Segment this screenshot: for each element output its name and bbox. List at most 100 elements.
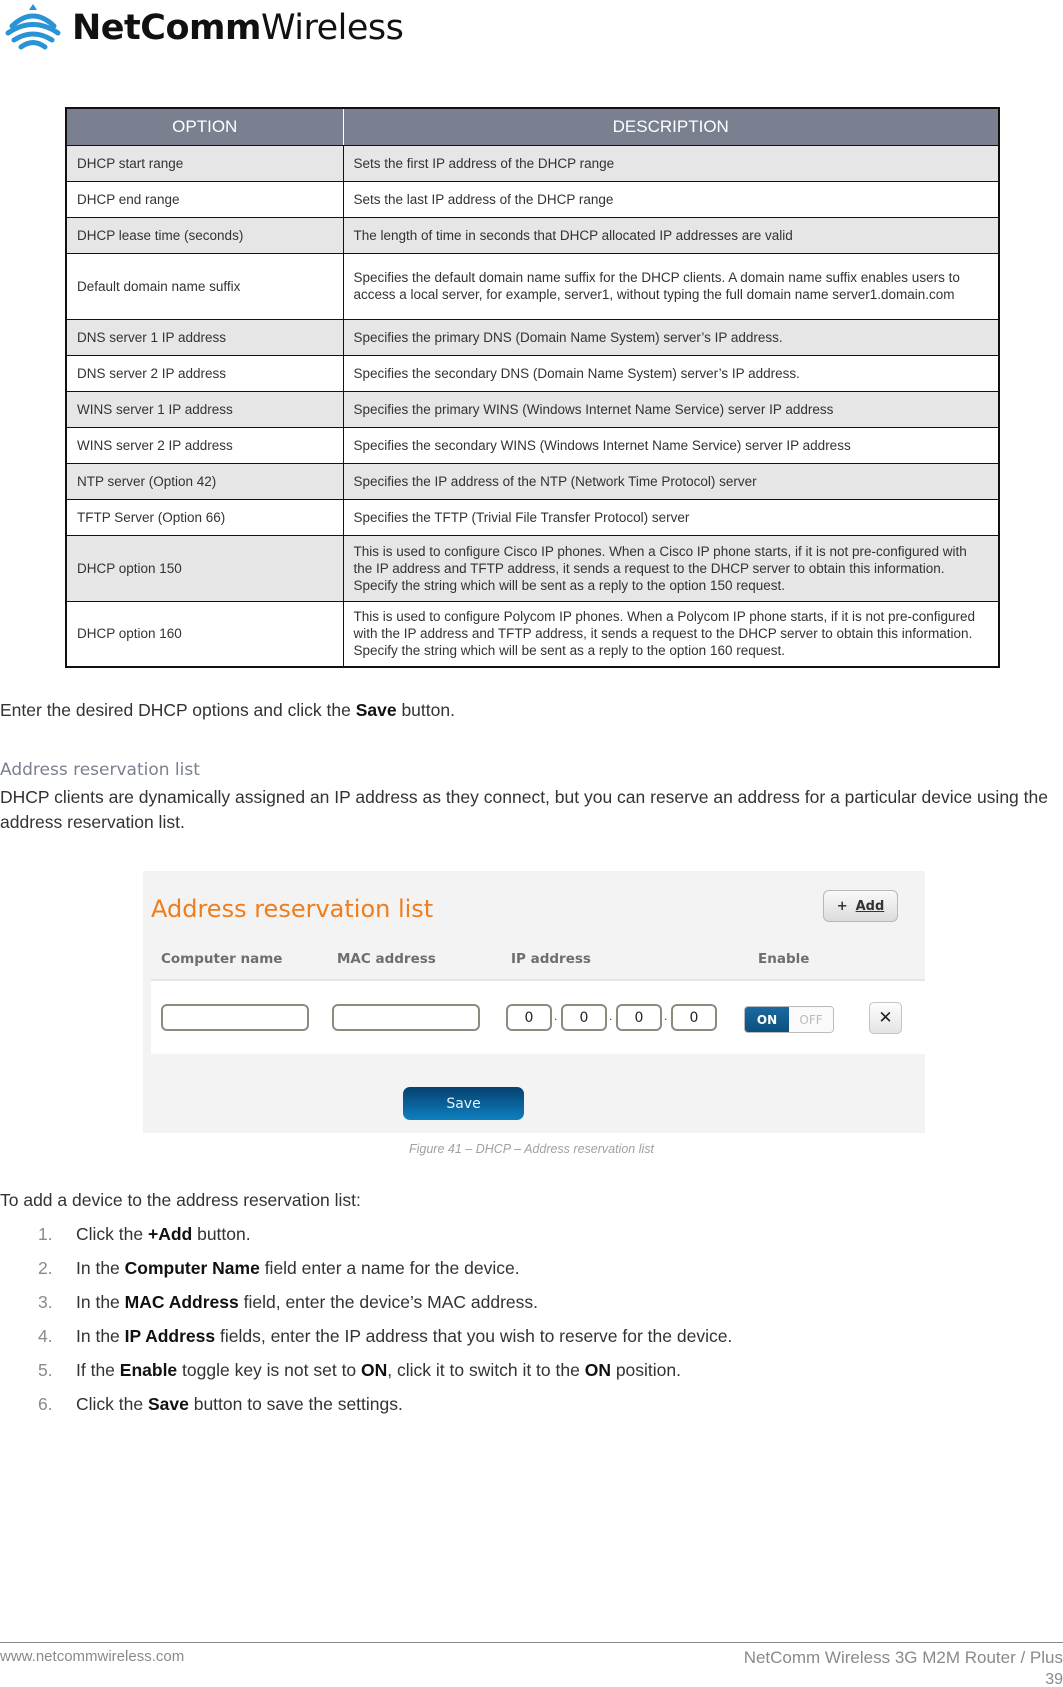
step-number: 2.: [38, 1258, 53, 1278]
column-mac-address: MAC address: [337, 951, 436, 967]
toggle-on-label: ON: [745, 1007, 789, 1032]
table-row: DHCP start range Sets the first IP addres…: [65, 144, 1000, 182]
table-row: DNS server 1 IP address Specifies the pri…: [65, 318, 1000, 356]
description-cell: The length of time in seconds that DHCP …: [342, 216, 1000, 254]
netcomm-logo: NetCommWireless: [4, 0, 404, 56]
list-item: 4. In the IP Address fields, enter the IP…: [0, 1324, 1060, 1358]
step-content: In the MAC Address field, enter the devi…: [76, 1290, 538, 1314]
instruction-text-end: button.: [396, 700, 455, 720]
footer-product: NetComm Wireless 3G M2M Router / Plus: [743, 1648, 1063, 1667]
step-text: In the: [76, 1258, 125, 1278]
description-cell: Specifies the primary DNS (Domain Name S…: [342, 318, 1000, 356]
step-number: 6.: [38, 1394, 53, 1414]
instruction-text: Enter the desired DHCP options and click…: [0, 700, 356, 720]
reservation-row: . . . ON OFF ✕: [151, 979, 925, 1054]
step-content: In the IP Address fields, enter the IP a…: [76, 1324, 732, 1348]
step-content: Click the +Add button.: [76, 1222, 251, 1246]
description-cell: Sets the first IP address of the DHCP ra…: [342, 144, 1000, 182]
logo-light-text: Wireless: [260, 8, 404, 48]
steps-list: 1. Click the +Add button. 2. In the Compute…: [0, 1222, 1060, 1426]
step-number: 4.: [38, 1326, 53, 1346]
column-ip-address: IP address: [511, 951, 591, 967]
step-bold: IP Address: [124, 1326, 216, 1346]
description-cell: Specifies the secondary DNS (Domain Name…: [342, 354, 1000, 392]
table-row: NTP server (Option 42) Specifies the IP a…: [65, 462, 1000, 500]
option-cell: WINS server 2 IP address: [65, 426, 344, 464]
option-cell: Default domain name suffix: [65, 252, 344, 320]
step-text: In the: [76, 1326, 125, 1346]
address-reservation-panel: Address reservation list + Add Computer …: [143, 871, 925, 1133]
step-content: If the Enable toggle key is not set to O…: [76, 1358, 681, 1382]
computer-name-input[interactable]: [161, 1004, 309, 1031]
option-cell: DNS server 2 IP address: [65, 354, 344, 392]
logo-wordmark: NetCommWireless: [72, 0, 404, 56]
table-row: DHCP end range Sets the last IP address o…: [65, 180, 1000, 218]
description-cell: This is used to configure Cisco IP phone…: [342, 534, 1000, 602]
step-bold: Enable: [119, 1360, 178, 1380]
option-cell: DHCP lease time (seconds): [65, 216, 344, 254]
table-row: Default domain name suffix Specifies the …: [65, 252, 1000, 320]
description-cell: Specifies the primary WINS (Windows Inte…: [342, 390, 1000, 428]
step-text: fields, enter the IP address that you wi…: [215, 1326, 733, 1346]
table-header-row: OPTION DESCRIPTION: [65, 107, 1000, 146]
description-cell: This is used to configure Polycom IP pho…: [342, 600, 1000, 668]
table-row: DHCP lease time (seconds) The length of t…: [65, 216, 1000, 254]
option-cell: WINS server 1 IP address: [65, 390, 344, 428]
mac-address-input[interactable]: [332, 1004, 480, 1031]
table-row: WINS server 1 IP address Specifies the pr…: [65, 390, 1000, 428]
toggle-off-label: OFF: [789, 1007, 833, 1032]
ip-octet-4-input[interactable]: [671, 1004, 717, 1031]
list-item: 5. If the Enable toggle key is not set to…: [0, 1358, 1060, 1392]
description-cell: Specifies the default domain name suffix…: [342, 252, 1000, 320]
option-cell: DNS server 1 IP address: [65, 318, 344, 356]
option-cell: DHCP end range: [65, 180, 344, 218]
step-text: Click the: [76, 1394, 148, 1414]
step-text: field, enter the device’s MAC address.: [238, 1292, 539, 1312]
logo-bold-text: NetComm: [72, 8, 261, 48]
page-number: 39: [1045, 1671, 1063, 1687]
panel-title: Address reservation list: [151, 895, 434, 923]
enable-toggle[interactable]: ON OFF: [744, 1006, 834, 1033]
ip-separator: .: [609, 1009, 613, 1023]
step-bold: ON: [361, 1360, 388, 1380]
figure-caption: Figure 41 – DHCP – Address reservation l…: [408, 1142, 654, 1156]
step-number: 5.: [38, 1360, 53, 1380]
step-bold: Computer Name: [124, 1258, 260, 1278]
option-cell: DHCP option 150: [65, 534, 344, 602]
option-cell: DHCP option 160: [65, 600, 344, 668]
section-heading: Address reservation list: [0, 760, 200, 780]
step-number: 3.: [38, 1292, 53, 1312]
step-content: In the Computer Name field enter a name …: [76, 1256, 520, 1280]
table-row: DNS server 2 IP address Specifies the sec…: [65, 354, 1000, 392]
wifi-signal-icon: [5, 4, 61, 50]
column-computer-name: Computer name: [161, 951, 283, 967]
add-button[interactable]: + Add: [823, 890, 898, 922]
column-enable: Enable: [758, 951, 810, 967]
list-item: 3. In the MAC Address field, enter the de…: [0, 1290, 1060, 1324]
ip-octet-2-input[interactable]: [561, 1004, 607, 1031]
ip-octet-3-input[interactable]: [616, 1004, 662, 1031]
table-body: DHCP start range Sets the first IP addres…: [65, 144, 1000, 668]
step-bold: ON: [584, 1360, 611, 1380]
description-cell: Specifies the IP address of the NTP (Net…: [342, 462, 1000, 500]
section-intro: DHCP clients are dynamically assigned an…: [0, 787, 1048, 832]
description-cell: Specifies the TFTP (Trivial File Transfe…: [342, 498, 1000, 536]
description-cell: Sets the last IP address of the DHCP ran…: [342, 180, 1000, 218]
plus-icon: +: [836, 898, 848, 914]
option-cell: NTP server (Option 42): [65, 462, 344, 500]
table-row: DHCP option 150 This is used to configure…: [65, 534, 1000, 602]
save-button[interactable]: Save: [403, 1087, 524, 1120]
step-text: If the: [76, 1360, 120, 1380]
save-instruction: Enter the desired DHCP options and click…: [0, 698, 1060, 723]
step-text: position.: [610, 1360, 681, 1380]
table-row: TFTP Server (Option 66) Specifies the TFT…: [65, 498, 1000, 536]
instruction-bold: Save: [355, 700, 397, 720]
delete-row-button[interactable]: ✕: [869, 1002, 902, 1034]
ip-separator: .: [664, 1009, 668, 1023]
ip-octet-1-input[interactable]: [506, 1004, 552, 1031]
close-icon: ✕: [878, 1008, 893, 1028]
step-text: button.: [192, 1224, 251, 1244]
step-number: 1.: [38, 1224, 53, 1244]
step-text: , click it to switch it to the: [387, 1360, 585, 1380]
step-text: field enter a name for the device.: [259, 1258, 520, 1278]
